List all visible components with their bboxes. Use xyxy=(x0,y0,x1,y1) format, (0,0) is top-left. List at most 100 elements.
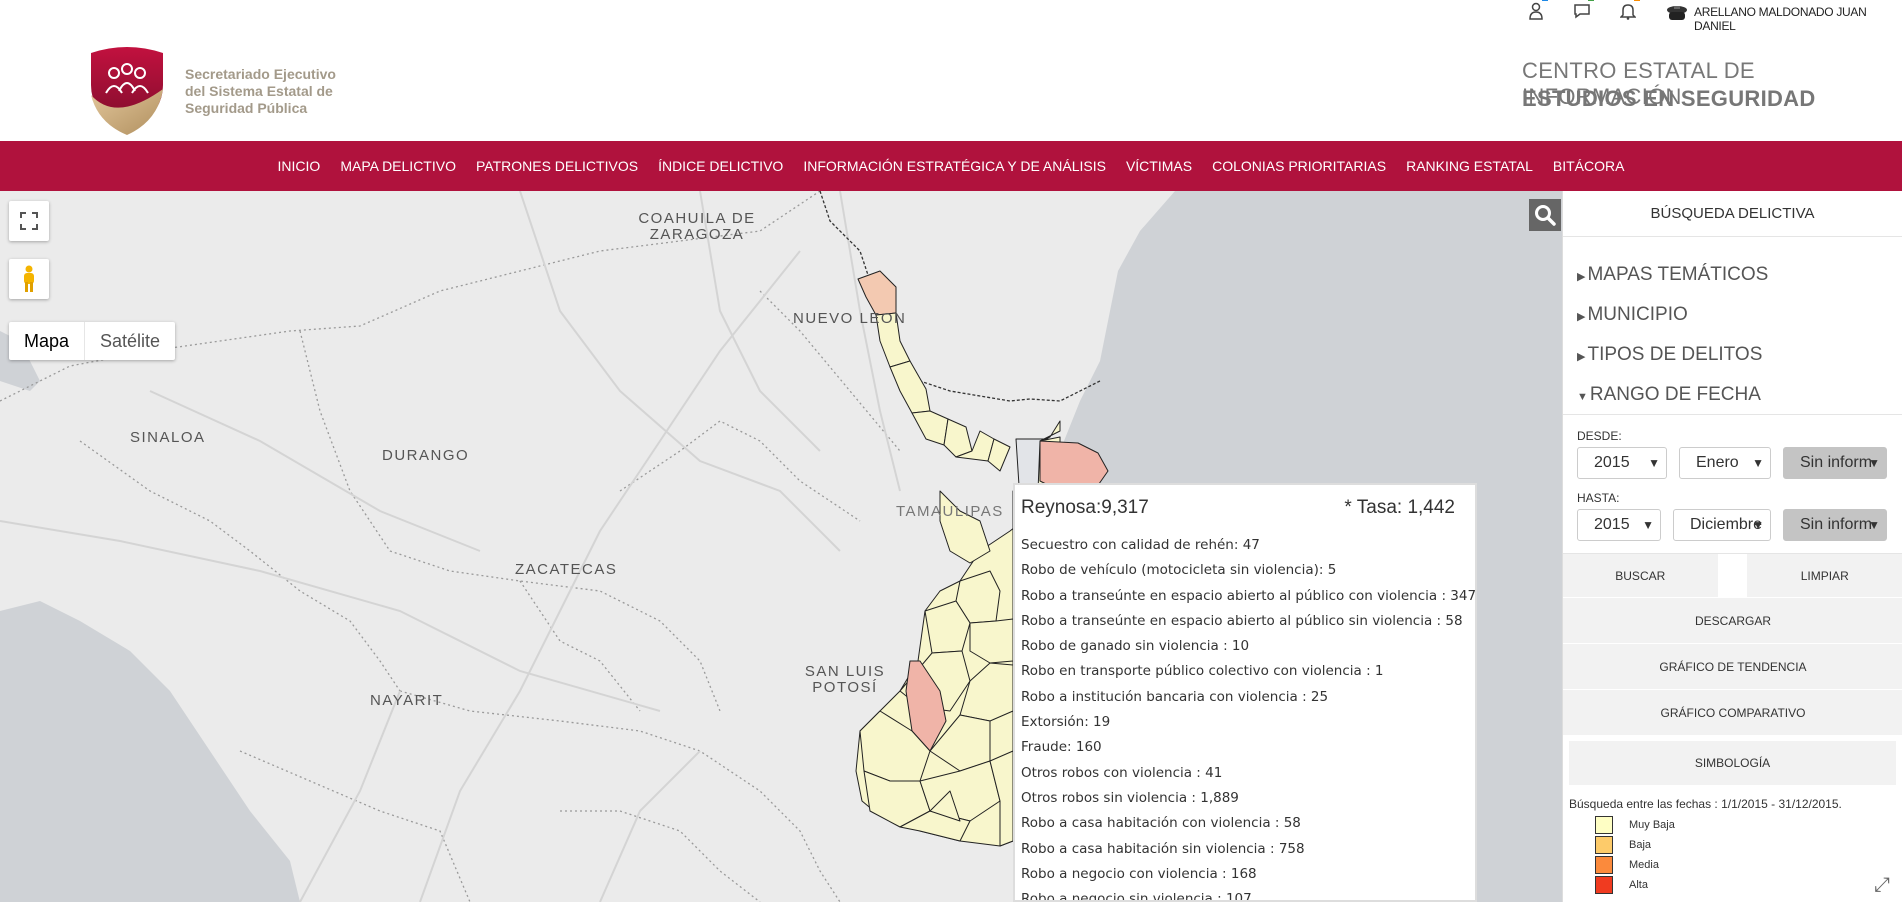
accordion-municipio[interactable]: ▶ MUNICIPIO xyxy=(1563,295,1902,335)
popup-crime-row: Robo de ganado sin violencia : 10 xyxy=(1021,638,1250,655)
map-type-satellite[interactable]: Satélite xyxy=(85,322,175,360)
map-label-nayarit: NAYARIT xyxy=(370,692,444,709)
buscar-button[interactable]: BUSCAR xyxy=(1563,554,1718,598)
nav-inicio[interactable]: INICIO xyxy=(268,158,331,174)
popup-crime-row: Robo a casa habitación con violencia : 5… xyxy=(1021,815,1301,832)
popup-crime-row: Robo a negocio con violencia : 168 xyxy=(1021,865,1257,882)
municipio[interactable] xyxy=(911,410,949,446)
notification-dot xyxy=(1588,0,1594,1)
to-extra-value: Sin inform xyxy=(1800,516,1873,533)
municipio-nuevo-laredo[interactable] xyxy=(857,270,897,316)
from-extra-select[interactable]: Sin inform ▼ xyxy=(1783,447,1887,479)
search-button[interactable] xyxy=(1529,199,1561,231)
to-month-select[interactable]: Diciembre ▼ xyxy=(1673,509,1771,541)
caret-right-icon: ▶ xyxy=(1577,311,1586,323)
map-label-nuevo-leon: NUEVO LEON xyxy=(793,310,907,327)
nav-mapa-delictivo[interactable]: MAPA DELICTIVO xyxy=(330,158,466,174)
popup-crime-row: Otros robos sin violencia : 1,889 xyxy=(1021,789,1239,806)
limpiar-button[interactable]: LIMPIAR xyxy=(1747,554,1902,598)
legend-note: Búsqueda entre las fechas : 1/1/2015 - 3… xyxy=(1569,797,1842,811)
pacific-ocean xyxy=(0,601,300,902)
caret-down-icon: ▼ xyxy=(1752,456,1764,470)
map-type-control: Mapa Satélite xyxy=(9,322,176,360)
from-extra-value: Sin inform xyxy=(1800,454,1873,471)
avatar-icon[interactable] xyxy=(1665,1,1689,23)
site-header: Secretariado Ejecutivo del Sistema Estat… xyxy=(0,26,1902,141)
municipio[interactable] xyxy=(939,490,991,564)
search-icon xyxy=(1535,205,1556,226)
logo-text: Secretariado Ejecutivo del Sistema Estat… xyxy=(185,66,336,117)
municipio-info-popup: Reynosa:9,317 * Tasa: 1,442 Secuestro co… xyxy=(1013,483,1477,902)
caret-down-icon: ▼ xyxy=(1868,518,1880,532)
descargar-button[interactable]: DESCARGAR xyxy=(1563,597,1902,643)
to-year-value: 2015 xyxy=(1594,516,1630,533)
spacer xyxy=(1717,554,1748,597)
popup-crime-row: Robo de vehículo (motocicleta sin violen… xyxy=(1021,562,1337,579)
bell-icon[interactable] xyxy=(1616,0,1640,22)
caret-down-icon: ▼ xyxy=(1577,391,1588,403)
fullscreen-button[interactable] xyxy=(9,201,49,241)
legend-swatch xyxy=(1595,836,1613,854)
user-icon[interactable] xyxy=(1524,0,1548,22)
map-label-zacatecas: ZACATECAS xyxy=(515,561,618,578)
nav-indice-delictivo[interactable]: ÍNDICE DELICTIVO xyxy=(648,158,793,174)
popup-crime-row: Robo a casa habitación sin violencia : 7… xyxy=(1021,840,1305,857)
grafico-tendencia-button[interactable]: GRÁFICO DE TENDENCIA xyxy=(1563,643,1902,689)
nav-colonias-prioritarias[interactable]: COLONIAS PRIORITARIAS xyxy=(1202,158,1396,174)
nav-victimas[interactable]: VÍCTIMAS xyxy=(1116,158,1202,174)
from-month-value: Enero xyxy=(1696,454,1739,471)
legend-item: Alta xyxy=(1595,875,1902,895)
from-row: 2015 ▼ Enero ▼ Sin inform ▼ xyxy=(1577,447,1902,479)
accordion-label: RANGO DE FECHA xyxy=(1589,384,1761,405)
top-bar: ARELLANO MALDONADO JUAN DANIEL xyxy=(0,0,1902,33)
caret-down-icon: ▼ xyxy=(1642,518,1654,532)
accordion-rango-de-fecha[interactable]: ▼ RANGO DE FECHA xyxy=(1563,375,1902,415)
popup-header: Reynosa:9,317 * Tasa: 1,442 xyxy=(1021,497,1469,519)
logo-line: del Sistema Estatal de xyxy=(185,83,333,99)
from-month-select[interactable]: Enero ▼ xyxy=(1679,447,1771,479)
accordion-mapas-tematicos[interactable]: ▶ MAPAS TEMÁTICOS xyxy=(1563,255,1902,295)
date-range: DESDE: 2015 ▼ Enero ▼ Sin inform ▼ HASTA: 2… xyxy=(1563,415,1902,541)
chat-icon[interactable] xyxy=(1570,0,1594,22)
municipio[interactable] xyxy=(943,418,973,458)
legend-swatch xyxy=(1595,856,1613,874)
center-subtitle: ESTUDIOS EN SEGURIDAD xyxy=(1522,86,1816,111)
notification-dot xyxy=(1542,0,1548,1)
legend-item: Baja xyxy=(1595,835,1902,855)
from-year-select[interactable]: 2015 ▼ xyxy=(1577,447,1667,479)
caret-down-icon: ▼ xyxy=(1648,456,1660,470)
nav-patrones-delictivos[interactable]: PATRONES DELICTIVOS xyxy=(466,158,648,174)
accordion-label: MAPAS TEMÁTICOS xyxy=(1587,264,1769,285)
grafico-comparativo-button[interactable]: GRÁFICO COMPARATIVO xyxy=(1563,689,1902,735)
map-label-tamaulipas: TAMAULIPAS xyxy=(896,503,1004,520)
logo[interactable] xyxy=(86,45,168,142)
popup-crime-row: Otros robos con violencia : 41 xyxy=(1021,764,1223,781)
expand-icon[interactable]: ⤢ xyxy=(1874,874,1890,897)
accordion-tipos-de-delitos[interactable]: ▶ TIPOS DE DELITOS xyxy=(1563,335,1902,375)
nav-bitacora[interactable]: BITÁCORA xyxy=(1543,158,1635,174)
logo-line: Seguridad Pública xyxy=(185,100,308,116)
pegman-icon xyxy=(24,265,34,292)
nav-ranking-estatal[interactable]: RANKING ESTATAL xyxy=(1396,158,1543,174)
to-extra-select[interactable]: Sin inform ▼ xyxy=(1783,509,1887,541)
popup-crime-row: Robo en transporte público colectivo con… xyxy=(1021,663,1384,680)
map-label-coahuila: COAHUILA DE ZARAGOZA xyxy=(638,210,756,243)
map-type-map[interactable]: Mapa xyxy=(9,322,86,360)
panel-title: BÚSQUEDA DELICTIVA xyxy=(1563,191,1902,237)
caret-right-icon: ▶ xyxy=(1577,271,1586,283)
legend: Muy Baja Baja Media Alta xyxy=(1563,815,1902,895)
search-actions: BUSCAR LIMPIAR xyxy=(1563,553,1902,598)
to-year-select[interactable]: 2015 ▼ xyxy=(1577,509,1661,541)
accordion-label: MUNICIPIO xyxy=(1587,304,1688,325)
legend-label: Baja xyxy=(1629,839,1652,851)
legend-item: Muy Baja xyxy=(1595,815,1902,835)
popup-rate: * Tasa: 1,442 xyxy=(1344,497,1455,518)
municipio[interactable] xyxy=(889,360,931,414)
notification-dot xyxy=(1634,0,1640,1)
map-label-san-luis-potosi: SAN LUIS POTOSÍ xyxy=(804,663,886,696)
simbologia-button[interactable]: SIMBOLOGÍA xyxy=(1569,741,1896,785)
street-view-pegman[interactable] xyxy=(9,259,49,299)
nav-informacion-estrategica[interactable]: INFORMACIÓN ESTRATÉGICA Y DE ANÁLISIS xyxy=(793,158,1116,174)
map-label-sinaloa: SINALOA xyxy=(130,429,206,446)
